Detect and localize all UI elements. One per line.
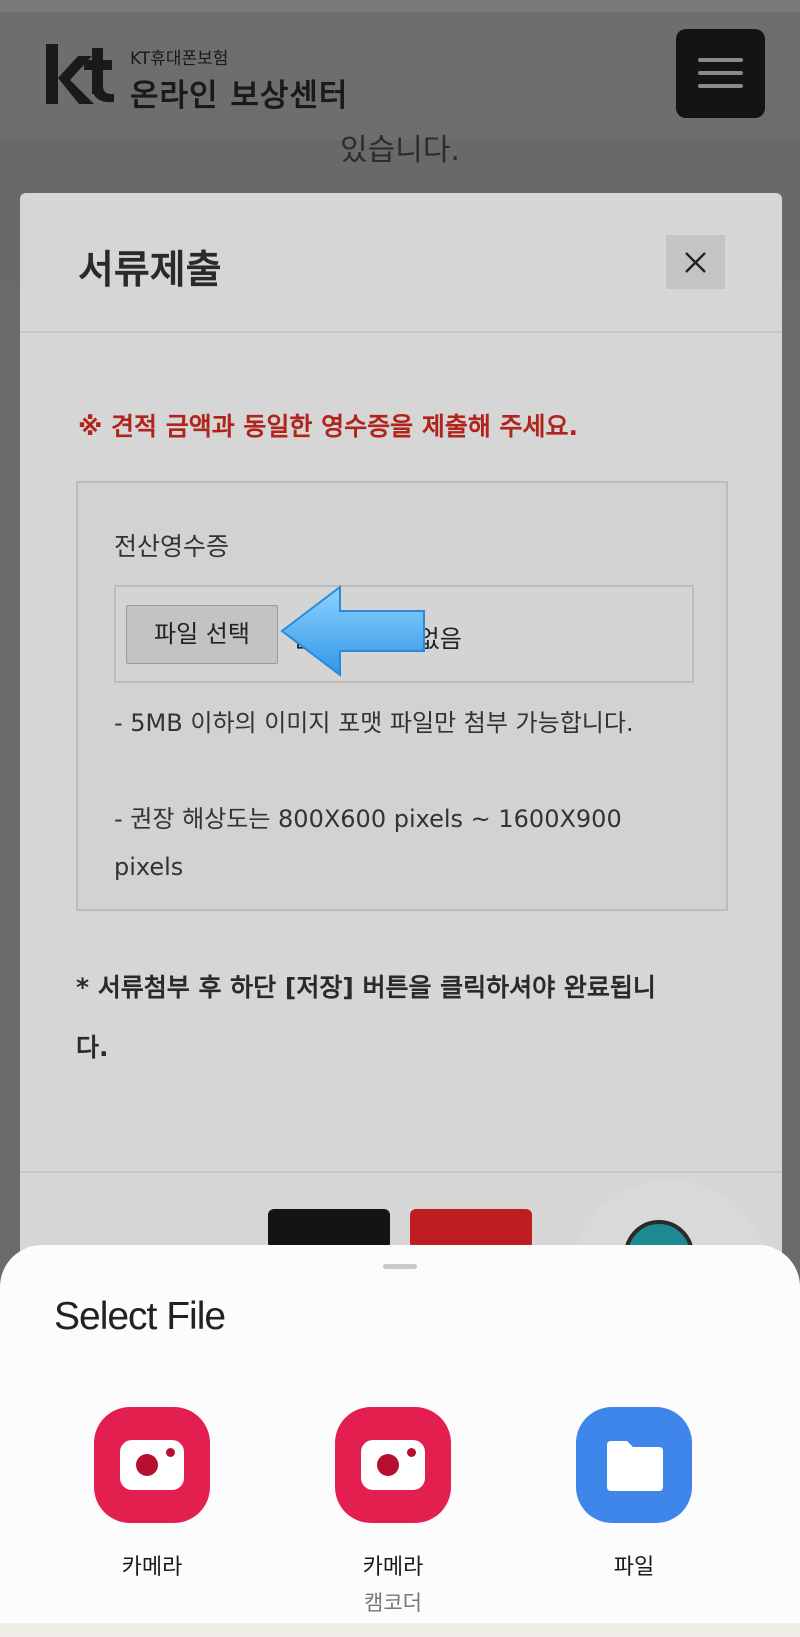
option-camcorder[interactable]: 카메라 캠코더 xyxy=(303,1407,483,1617)
upload-section: 전산영수증 파일 선택 선택된 파일 없음 - 5MB 이하의 이미지 포맷 파… xyxy=(76,481,728,911)
option-camera[interactable]: 카메라 xyxy=(62,1407,242,1581)
camera-icon xyxy=(94,1407,210,1523)
divider xyxy=(20,331,782,333)
menu-bar-icon xyxy=(698,84,743,88)
logo-subtitle: KT휴대폰보험 xyxy=(130,49,229,69)
folder-icon xyxy=(576,1407,692,1523)
choose-file-button[interactable]: 파일 선택 xyxy=(126,605,278,664)
option-files[interactable]: 파일 xyxy=(544,1407,724,1581)
close-icon xyxy=(685,252,706,273)
sheet-title: Select File xyxy=(54,1295,226,1338)
camcorder-icon xyxy=(335,1407,451,1523)
kt-logo[interactable] xyxy=(44,42,120,108)
menu-bar-icon xyxy=(698,58,743,62)
guide-text-size: - 5MB 이하의 이미지 포맷 파일만 첨부 가능합니다. xyxy=(114,709,634,737)
select-file-sheet: Select File 카메라 카메라 캠코더 파일 xyxy=(0,1245,800,1637)
option-label: 카메라 xyxy=(121,1555,183,1580)
save-instruction: * 서류첨부 후 하단 [저장] 버튼을 클릭하셔야 완료됩니다. xyxy=(76,973,656,1062)
modal-title: 서류제출 xyxy=(78,248,222,293)
document-submit-modal: 서류제출 ※ 견적 금액과 동일한 영수증을 제출해 주세요. 전산영수증 파일… xyxy=(20,193,782,1293)
cancel-button[interactable] xyxy=(268,1209,390,1249)
receipt-notice: ※ 견적 금액과 동일한 영수증을 제출해 주세요. xyxy=(78,412,579,441)
sheet-drag-handle[interactable] xyxy=(383,1264,417,1269)
option-label: 파일 xyxy=(613,1555,655,1580)
save-button[interactable] xyxy=(410,1209,532,1249)
close-button[interactable] xyxy=(666,235,725,289)
document-label: 전산영수증 xyxy=(114,532,230,561)
status-bar-area xyxy=(0,0,800,12)
pointer-arrow-icon xyxy=(280,584,425,678)
background-text: 있습니다. xyxy=(340,133,460,168)
divider xyxy=(20,1171,782,1173)
guide-text-resolution: - 권장 해상도는 800X600 pixels ~ 1600X900 pixe… xyxy=(114,805,622,881)
option-label: 카메라 xyxy=(362,1555,424,1580)
hamburger-menu-button[interactable] xyxy=(676,29,765,118)
site-header: KT휴대폰보험 온라인 보상센터 xyxy=(0,0,800,140)
option-sublabel: 캠코더 xyxy=(364,1591,422,1615)
logo-title: 온라인 보상센터 xyxy=(130,78,349,114)
navigation-bar xyxy=(0,1623,800,1637)
menu-bar-icon xyxy=(698,71,743,75)
